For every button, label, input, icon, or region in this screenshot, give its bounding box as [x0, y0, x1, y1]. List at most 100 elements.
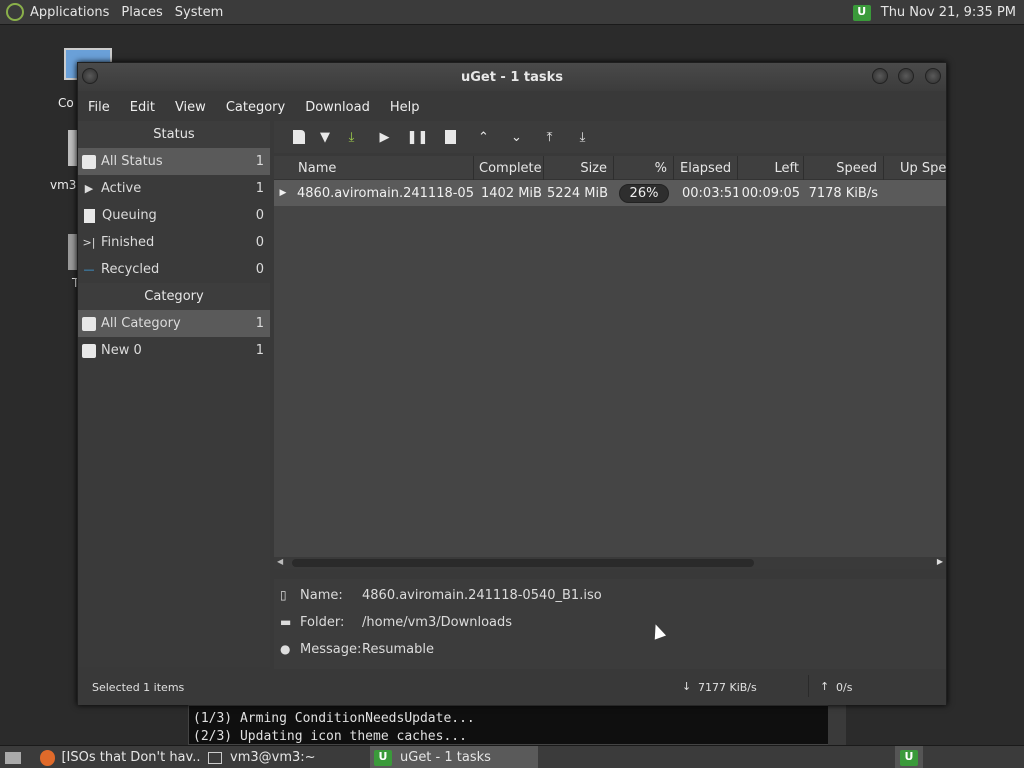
menu-file[interactable]: File: [78, 100, 120, 115]
count: 1: [255, 154, 264, 169]
progress-badge: 26%: [618, 183, 670, 203]
detail-folder-row: ▬ Folder: /home/vm3/Downloads: [280, 614, 513, 630]
minimize-button[interactable]: [872, 68, 888, 84]
task-terminal[interactable]: vm3@vm3:~: [204, 746, 368, 768]
up-speed-icon: ↑: [820, 680, 830, 693]
window-menu-button[interactable]: [82, 68, 98, 84]
folder-icon: ▬: [280, 615, 292, 629]
sidebar-item-finished[interactable]: >| Finished 0: [78, 229, 270, 256]
dropdown-icon[interactable]: ▼: [315, 125, 335, 149]
scroll-left-icon[interactable]: ◀: [277, 557, 283, 566]
menu-help[interactable]: Help: [380, 100, 430, 115]
selected-count: Selected 1 items: [92, 681, 185, 694]
move-top-icon[interactable]: ⤒: [533, 125, 566, 149]
play-icon: ▶: [84, 182, 94, 195]
detail-message-value: Resumable: [362, 641, 434, 657]
move-bottom-icon[interactable]: ⤓: [566, 125, 599, 149]
up-speed: 0/s: [836, 681, 853, 694]
cell-percent: 26%: [614, 180, 674, 206]
document-icon: [84, 208, 95, 223]
titlebar[interactable]: uGet - 1 tasks: [78, 63, 946, 91]
maximize-button[interactable]: [898, 68, 914, 84]
status-header: Status: [78, 121, 270, 148]
column-name[interactable]: Name: [274, 156, 474, 180]
recycled-icon: —: [83, 263, 95, 276]
task-uget[interactable]: U uGet - 1 tasks: [370, 746, 538, 768]
info-icon: ●: [280, 642, 291, 656]
bottom-panel: [ISOs that Don't hav... vm3@vm3:~ U uGet…: [0, 745, 1024, 768]
uget-tray-icon[interactable]: U: [852, 4, 871, 21]
down-speed: 7177 KiB/s: [698, 681, 757, 694]
uget-icon: U: [374, 749, 392, 766]
cell-up-speed: [884, 180, 946, 206]
column-percent[interactable]: %: [614, 156, 674, 180]
sidebar-item-all-status[interactable]: All Status 1: [78, 148, 270, 175]
window-title: uGet - 1 tasks: [460, 69, 564, 85]
move-up-icon[interactable]: ⌃: [467, 125, 500, 149]
move-down-icon[interactable]: ⌄: [500, 125, 533, 149]
cell-elapsed: 00:03:51: [682, 185, 738, 201]
category-icon: [82, 343, 96, 358]
finished-icon: >|: [82, 236, 96, 249]
detail-folder-value: /home/vm3/Downloads: [362, 614, 513, 630]
toolbar: ▼ ⤓ ▶ ❚❚ ⌃ ⌄ ⤒ ⤓: [274, 121, 946, 153]
desktop-icon: [5, 751, 21, 764]
down-speed-icon: ↓: [682, 680, 692, 693]
workspace-uget-icon: U: [900, 749, 918, 766]
count: 0: [255, 235, 264, 250]
clock[interactable]: U Thu Nov 21, 9:35 PM: [852, 0, 1024, 25]
terminal-line: (2/3) Updating icon theme caches...: [193, 729, 467, 744]
system-menu[interactable]: System: [169, 0, 229, 25]
sidebar-item-recycled[interactable]: — Recycled 0: [78, 256, 270, 283]
scrollbar-thumb[interactable]: [292, 559, 754, 567]
column-complete[interactable]: Complete: [474, 156, 544, 180]
sidebar-item-new-0[interactable]: New 0 1: [78, 337, 270, 364]
start-icon[interactable]: ▶: [368, 125, 401, 149]
scroll-right-icon[interactable]: ▶: [937, 557, 943, 566]
row-expander-icon[interactable]: ▶: [274, 180, 292, 206]
menu-category[interactable]: Category: [216, 100, 295, 115]
download-icon[interactable]: ⤓: [335, 125, 368, 149]
terminal-line: (1/3) Arming ConditionNeedsUpdate...: [193, 711, 475, 726]
details-panel: ▯ Name: 4860.aviromain.241118-0540_B1.iso…: [274, 579, 946, 669]
count: 1: [255, 181, 264, 196]
properties-icon[interactable]: [434, 125, 467, 149]
column-speed[interactable]: Speed: [804, 156, 884, 180]
detail-message-row: ● Message: Resumable: [280, 641, 434, 657]
cell-left: 00:09:05: [741, 185, 800, 201]
sidebar-item-active[interactable]: ▶ Active 1: [78, 175, 270, 202]
sidebar-item-all-category[interactable]: All Category 1: [78, 310, 270, 337]
column-elapsed[interactable]: Elapsed: [674, 156, 738, 180]
menu-edit[interactable]: Edit: [120, 100, 165, 115]
applications-menu[interactable]: Applications: [0, 0, 115, 25]
menu-download[interactable]: Download: [295, 100, 380, 115]
file-icon: ▯: [280, 588, 287, 602]
pause-icon[interactable]: ❚❚: [401, 125, 434, 149]
top-panel: Applications Places System U Thu Nov 21,…: [0, 0, 1024, 25]
column-up-speed[interactable]: Up Speed: [884, 156, 946, 180]
count: 1: [255, 343, 264, 358]
workspace-switcher[interactable]: U: [895, 746, 923, 768]
count: 0: [255, 208, 264, 223]
column-size[interactable]: Size: [544, 156, 614, 180]
divider: [808, 675, 809, 697]
menubar: File Edit View Category Download Help: [78, 93, 946, 121]
column-left[interactable]: Left: [738, 156, 804, 180]
show-desktop-button[interactable]: [2, 746, 24, 768]
places-menu[interactable]: Places: [115, 0, 168, 25]
all-status-icon: [82, 154, 96, 169]
terminal-window[interactable]: (1/3) Arming ConditionNeedsUpdate... (2/…: [188, 705, 832, 745]
horizontal-scrollbar[interactable]: ◀ ▶: [274, 557, 946, 569]
terminal-scrollbar[interactable]: [828, 705, 846, 745]
menu-view[interactable]: View: [165, 100, 216, 115]
cell-size: 5224 MiB: [547, 185, 608, 201]
cell-speed: 7178 KiB/s: [808, 185, 878, 201]
sidebar-item-queuing[interactable]: Queuing 0: [78, 202, 270, 229]
new-download-icon[interactable]: [282, 125, 315, 149]
download-list[interactable]: Name Complete Size % Elapsed Left Speed …: [274, 156, 946, 568]
table-row[interactable]: ▶ 4860.aviromain.241118-0540 1402 MiB 52…: [274, 180, 946, 206]
count: 1: [255, 316, 264, 331]
task-browser[interactable]: [ISOs that Don't hav...: [36, 746, 200, 768]
close-button[interactable]: [925, 68, 941, 84]
uget-window: uGet - 1 tasks File Edit View Category D…: [77, 62, 947, 705]
